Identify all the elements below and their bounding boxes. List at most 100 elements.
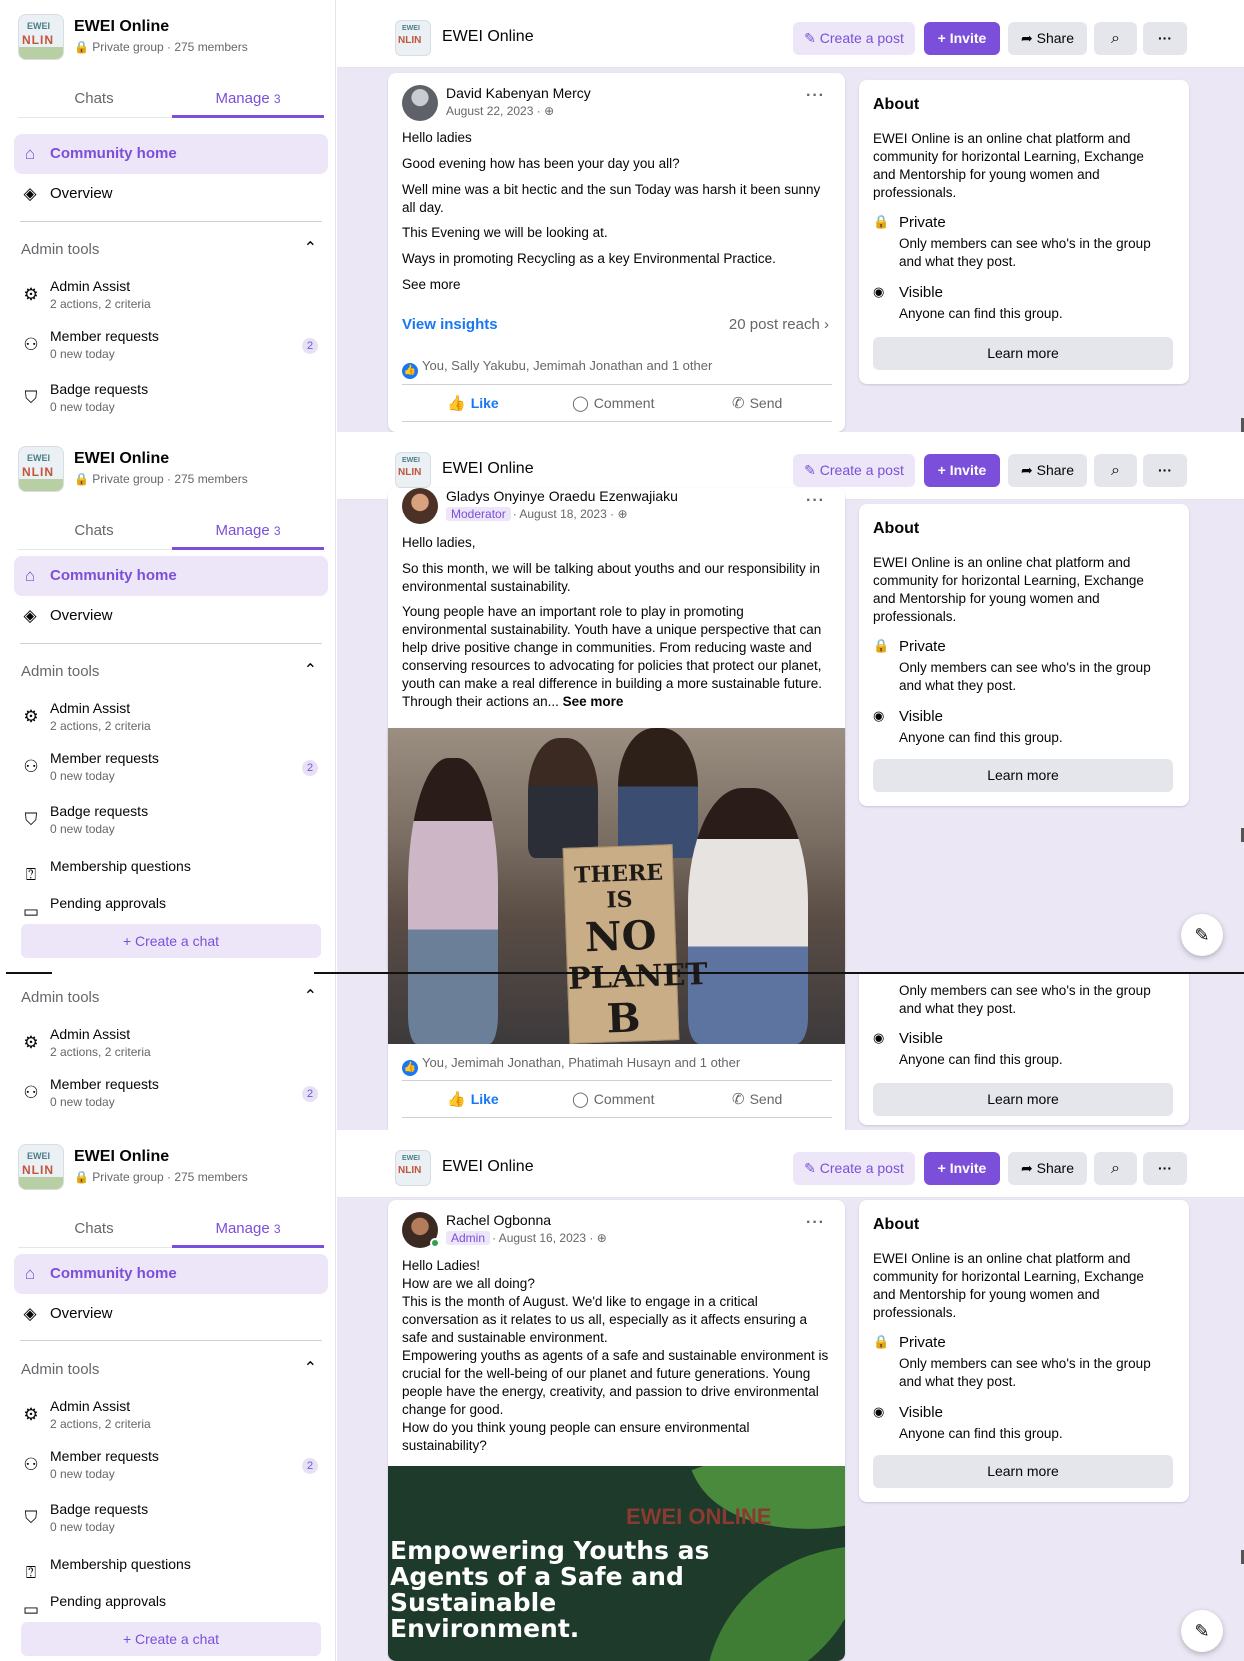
create-chat-button[interactable]: + Create a chat xyxy=(21,1622,321,1656)
reactions-summary[interactable]: 👍 You, Sally Yakubu, Jemimah Jonathan and… xyxy=(402,358,712,379)
pending-approvals[interactable]: ▭ Pending approvals xyxy=(20,895,322,917)
share-button[interactable]: ➦ Share xyxy=(1008,22,1087,55)
tab-chats[interactable]: Chats xyxy=(18,512,170,550)
share-button[interactable]: ➦ Share xyxy=(1008,1152,1087,1185)
edit-icon: ✎ xyxy=(804,462,816,478)
member-requests[interactable]: ⚇ Member requests 0 new today 2 xyxy=(20,1448,322,1492)
comment-button[interactable]: ◯ Comment xyxy=(572,394,654,412)
admin-assist[interactable]: ⚙ Admin Assist 2 actions, 2 criteria xyxy=(20,700,322,744)
admin-assist[interactable]: ⚙ Admin Assist 2 actions, 2 criteria xyxy=(20,1398,322,1442)
like-reaction-icon: 👍 xyxy=(402,1060,418,1076)
post-card: Rachel Ogbonna Admin · August 16, 2023 · … xyxy=(388,1200,845,1661)
post-reach[interactable]: 20 post reach › xyxy=(729,316,829,333)
admin-tools-header[interactable]: Admin tools ⌃ xyxy=(21,660,321,684)
group-header[interactable]: EWEI NLIN EWEI Online 🔒 Private group · 2… xyxy=(18,446,328,502)
divider xyxy=(20,643,322,644)
nav-overview[interactable]: ◈ Overview xyxy=(14,596,328,636)
avatar[interactable] xyxy=(402,488,438,524)
visible-title: Visible xyxy=(899,708,943,725)
create-post-button[interactable]: ✎ Create a post xyxy=(793,1152,915,1185)
like-reaction-icon: 👍 xyxy=(402,363,418,379)
post-more-icon[interactable]: ··· xyxy=(806,87,825,105)
learn-more-button[interactable]: Learn more xyxy=(873,1083,1173,1116)
compose-fab[interactable]: ✎ xyxy=(1181,1610,1223,1652)
tab-manage[interactable]: Manage 3 xyxy=(172,80,324,118)
about-card: About EWEI Online is an online chat plat… xyxy=(859,80,1189,384)
home-icon: ⌂ xyxy=(24,566,36,585)
post-author[interactable]: Gladys Onyinye Oraedu Ezenwajiaku xyxy=(446,488,678,504)
tab-chats[interactable]: Chats xyxy=(18,1210,170,1248)
share-button[interactable]: ➦ Share xyxy=(1008,454,1087,487)
nav-community-home[interactable]: ⌂ Community home xyxy=(14,1254,328,1294)
search-button[interactable]: ⌕ xyxy=(1094,22,1137,55)
group-header[interactable]: EWEI NLIN EWEI Online 🔒 Private group · 2… xyxy=(18,14,328,70)
see-more-link[interactable]: See more xyxy=(563,694,624,709)
protest-photo[interactable]: THERE IS NO PLANET B xyxy=(388,728,845,1044)
search-button[interactable]: ⌕ xyxy=(1094,1152,1137,1185)
post-author[interactable]: Rachel Ogbonna xyxy=(446,1212,551,1228)
more-button[interactable]: ··· xyxy=(1143,454,1187,487)
member-requests[interactable]: ⚇ Member requests 0 new today 2 xyxy=(20,328,322,372)
admin-assist[interactable]: ⚙ Admin Assist 2 actions, 2 criteria xyxy=(20,278,322,322)
add-person-icon: ⚇ xyxy=(23,757,39,776)
invite-button[interactable]: + Invite xyxy=(924,454,1000,487)
more-button[interactable]: ··· xyxy=(1143,1152,1187,1185)
post-text: Good evening how has been your day you a… xyxy=(402,156,680,171)
reactions-summary[interactable]: 👍 You, Jemimah Jonathan, Phatimah Husayn … xyxy=(402,1055,740,1076)
tab-manage[interactable]: Manage 3 xyxy=(172,1210,324,1248)
member-requests[interactable]: ⚇ Member requests 0 new today 2 xyxy=(20,1076,322,1120)
tab-manage[interactable]: Manage 3 xyxy=(172,512,324,550)
home-icon: ⌂ xyxy=(24,1264,36,1283)
nav-overview[interactable]: ◈ Overview xyxy=(14,1294,328,1334)
admin-tools-header[interactable]: Admin tools ⌃ xyxy=(21,238,321,262)
invite-button[interactable]: + Invite xyxy=(924,1152,1000,1185)
send-button[interactable]: ✆ Send xyxy=(732,394,782,412)
search-button[interactable]: ⌕ xyxy=(1094,454,1137,487)
create-post-button[interactable]: ✎ Create a post xyxy=(793,22,915,55)
about-description: EWEI Online is an online chat platform a… xyxy=(873,131,1144,200)
view-insights-link[interactable]: View insights xyxy=(402,316,498,333)
member-requests[interactable]: ⚇ Member requests 0 new today 2 xyxy=(20,750,322,794)
visible-title: Visible xyxy=(899,1030,943,1047)
pending-approvals[interactable]: ▭ Pending approvals xyxy=(20,1593,322,1615)
learn-more-button[interactable]: Learn more xyxy=(873,1455,1173,1488)
create-chat-button[interactable]: + Create a chat xyxy=(21,924,321,958)
badge-requests[interactable]: ⛉ Badge requests 0 new today xyxy=(20,803,322,847)
group-header[interactable]: EWEI NLIN EWEI Online 🔒 Private group · 2… xyxy=(18,1144,328,1200)
admin-tools-header[interactable]: Admin tools ⌃ xyxy=(21,1358,321,1382)
sidebar: EWEI NLIN EWEI Online 🔒 Private group · 2… xyxy=(0,0,336,432)
lock-icon: 🔒 xyxy=(74,472,89,486)
visible-description: Anyone can find this group. xyxy=(899,1426,1063,1441)
nav-community-home[interactable]: ⌂ Community home xyxy=(14,134,328,174)
create-post-button[interactable]: ✎ Create a post xyxy=(793,454,915,487)
post-meta[interactable]: Admin · August 16, 2023 · ⊕ xyxy=(446,1231,607,1245)
post-more-icon[interactable]: ··· xyxy=(806,1214,825,1232)
tab-chats[interactable]: Chats xyxy=(18,80,170,118)
nav-overview[interactable]: ◈ Overview xyxy=(14,174,328,214)
edit-icon: ✎ xyxy=(804,1160,816,1176)
post-text: Ways in promoting Recycling as a key Env… xyxy=(402,251,776,266)
learn-more-button[interactable]: Learn more xyxy=(873,759,1173,792)
comment-button[interactable]: ◯ Comment xyxy=(572,1090,654,1108)
post-date[interactable]: August 22, 2023 · ⊕ xyxy=(446,104,554,118)
nav-community-home[interactable]: ⌂ Community home xyxy=(14,556,328,596)
private-title: Private xyxy=(899,1334,946,1351)
invite-button[interactable]: + Invite xyxy=(924,22,1000,55)
post-more-icon[interactable]: ··· xyxy=(806,492,825,510)
see-more-link[interactable]: See more xyxy=(402,276,832,294)
like-button[interactable]: 👍 Like xyxy=(447,394,499,412)
badge-requests[interactable]: ⛉ Badge requests 0 new today xyxy=(20,381,322,425)
compose-fab[interactable]: ✎ xyxy=(1181,914,1223,956)
more-button[interactable]: ··· xyxy=(1143,22,1187,55)
badge-requests[interactable]: ⛉ Badge requests 0 new today xyxy=(20,1501,322,1545)
post-meta[interactable]: Moderator · August 18, 2023 · ⊕ xyxy=(446,507,628,521)
post-banner-image[interactable]: EWEI ONLINE Empowering Youths as Agents … xyxy=(388,1466,845,1661)
learn-more-button[interactable]: Learn more xyxy=(873,337,1173,370)
admin-assist[interactable]: ⚙ Admin Assist 2 actions, 2 criteria xyxy=(20,1026,322,1070)
avatar[interactable] xyxy=(402,85,438,121)
eye-icon: ◉ xyxy=(873,284,885,299)
like-button[interactable]: 👍 Like xyxy=(447,1090,499,1108)
post-author[interactable]: David Kabenyan Mercy xyxy=(446,85,591,101)
send-button[interactable]: ✆ Send xyxy=(732,1090,782,1108)
admin-tools-header[interactable]: Admin tools ⌃ xyxy=(21,986,321,1010)
